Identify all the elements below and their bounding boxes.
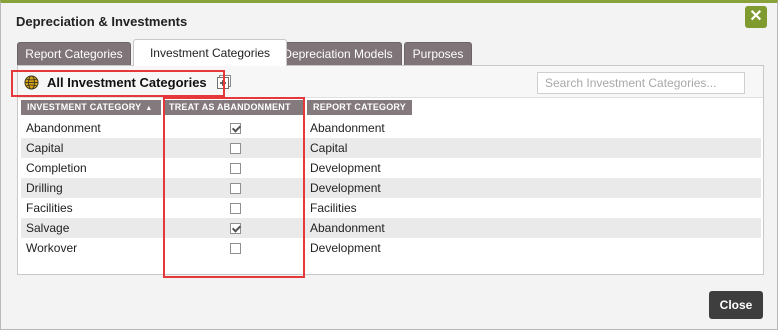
cell-investment-category: Abandonment — [26, 121, 101, 135]
table-row[interactable]: Salvage Abandonment — [21, 218, 761, 238]
sort-ascending-icon: ▲ — [145, 105, 153, 112]
cell-report-category: Abandonment — [310, 121, 385, 135]
cell-investment-category: Workover — [26, 241, 78, 255]
cell-treat-as-abandonment — [167, 158, 304, 178]
tab-depreciation-models[interactable]: Depreciation Models — [274, 42, 402, 65]
column-header-label: INVESTMENT CATEGORY — [27, 102, 142, 112]
table-row[interactable]: Workover Development — [21, 238, 761, 258]
treat-as-abandonment-checkbox[interactable] — [230, 162, 241, 174]
table-row[interactable]: Facilities Facilities — [21, 198, 761, 218]
cell-treat-as-abandonment — [167, 178, 304, 198]
cell-report-category: Capital — [310, 141, 348, 155]
cell-treat-as-abandonment — [167, 118, 304, 138]
cell-report-category: Development — [310, 161, 381, 175]
cell-investment-category: Completion — [26, 161, 87, 175]
cell-report-category: Development — [310, 241, 381, 255]
close-x-icon[interactable]: ✕ — [745, 6, 767, 28]
cell-treat-as-abandonment — [167, 198, 304, 218]
treat-as-abandonment-checkbox[interactable] — [230, 242, 241, 254]
all-categories-node[interactable]: All Investment Categories — [24, 72, 231, 92]
table-row[interactable]: Drilling Development — [21, 178, 761, 198]
search-input[interactable] — [537, 72, 745, 94]
all-categories-label: All Investment Categories — [47, 74, 207, 90]
cell-report-category: Abandonment — [310, 221, 385, 235]
cell-investment-category: Capital — [26, 141, 64, 155]
globe-icon — [24, 74, 39, 90]
cell-investment-category: Facilities — [26, 201, 73, 215]
cell-treat-as-abandonment — [167, 238, 304, 258]
dialog: Depreciation & Investments ✕ Report Cate… — [0, 0, 778, 330]
treat-as-abandonment-checkbox[interactable] — [230, 142, 241, 154]
table-row[interactable]: Capital Capital — [21, 138, 761, 158]
treat-as-abandonment-checkbox[interactable] — [230, 122, 241, 134]
cell-report-category: Facilities — [310, 201, 357, 215]
treat-as-abandonment-checkbox[interactable] — [230, 202, 241, 214]
close-button[interactable]: Close — [709, 291, 763, 319]
treat-as-abandonment-checkbox[interactable] — [230, 222, 241, 234]
tab-panel: All Investment Categories INVESTMENT CAT… — [17, 65, 764, 275]
categories-grid: Abandonment Abandonment Capital Capital Comp… — [21, 118, 761, 258]
add-category-icon[interactable] — [216, 75, 231, 89]
treat-as-abandonment-checkbox[interactable] — [230, 182, 241, 194]
cell-treat-as-abandonment — [167, 218, 304, 238]
cell-treat-as-abandonment — [167, 138, 304, 158]
column-header-report-category[interactable]: REPORT CATEGORY — [307, 100, 413, 115]
tab-report-categories[interactable]: Report Categories — [17, 42, 131, 65]
cell-investment-category: Salvage — [26, 221, 70, 235]
table-header: INVESTMENT CATEGORY ▲ TREAT AS ABANDONMEN… — [21, 100, 761, 115]
table-row[interactable]: Abandonment Abandonment — [21, 118, 761, 138]
tab-purposes[interactable]: Purposes — [404, 42, 472, 65]
cell-investment-category: Drilling — [26, 181, 63, 195]
dialog-title: Depreciation & Investments — [16, 14, 188, 29]
tab-investment-categories[interactable]: Investment Categories — [133, 39, 287, 66]
column-header-treat-as-abandonment[interactable]: TREAT AS ABANDONMENT — [163, 100, 306, 115]
cell-report-category: Development — [310, 181, 381, 195]
table-row[interactable]: Completion Development — [21, 158, 761, 178]
column-header-investment-category[interactable]: INVESTMENT CATEGORY ▲ — [21, 100, 162, 115]
toolbar: All Investment Categories — [18, 66, 763, 98]
